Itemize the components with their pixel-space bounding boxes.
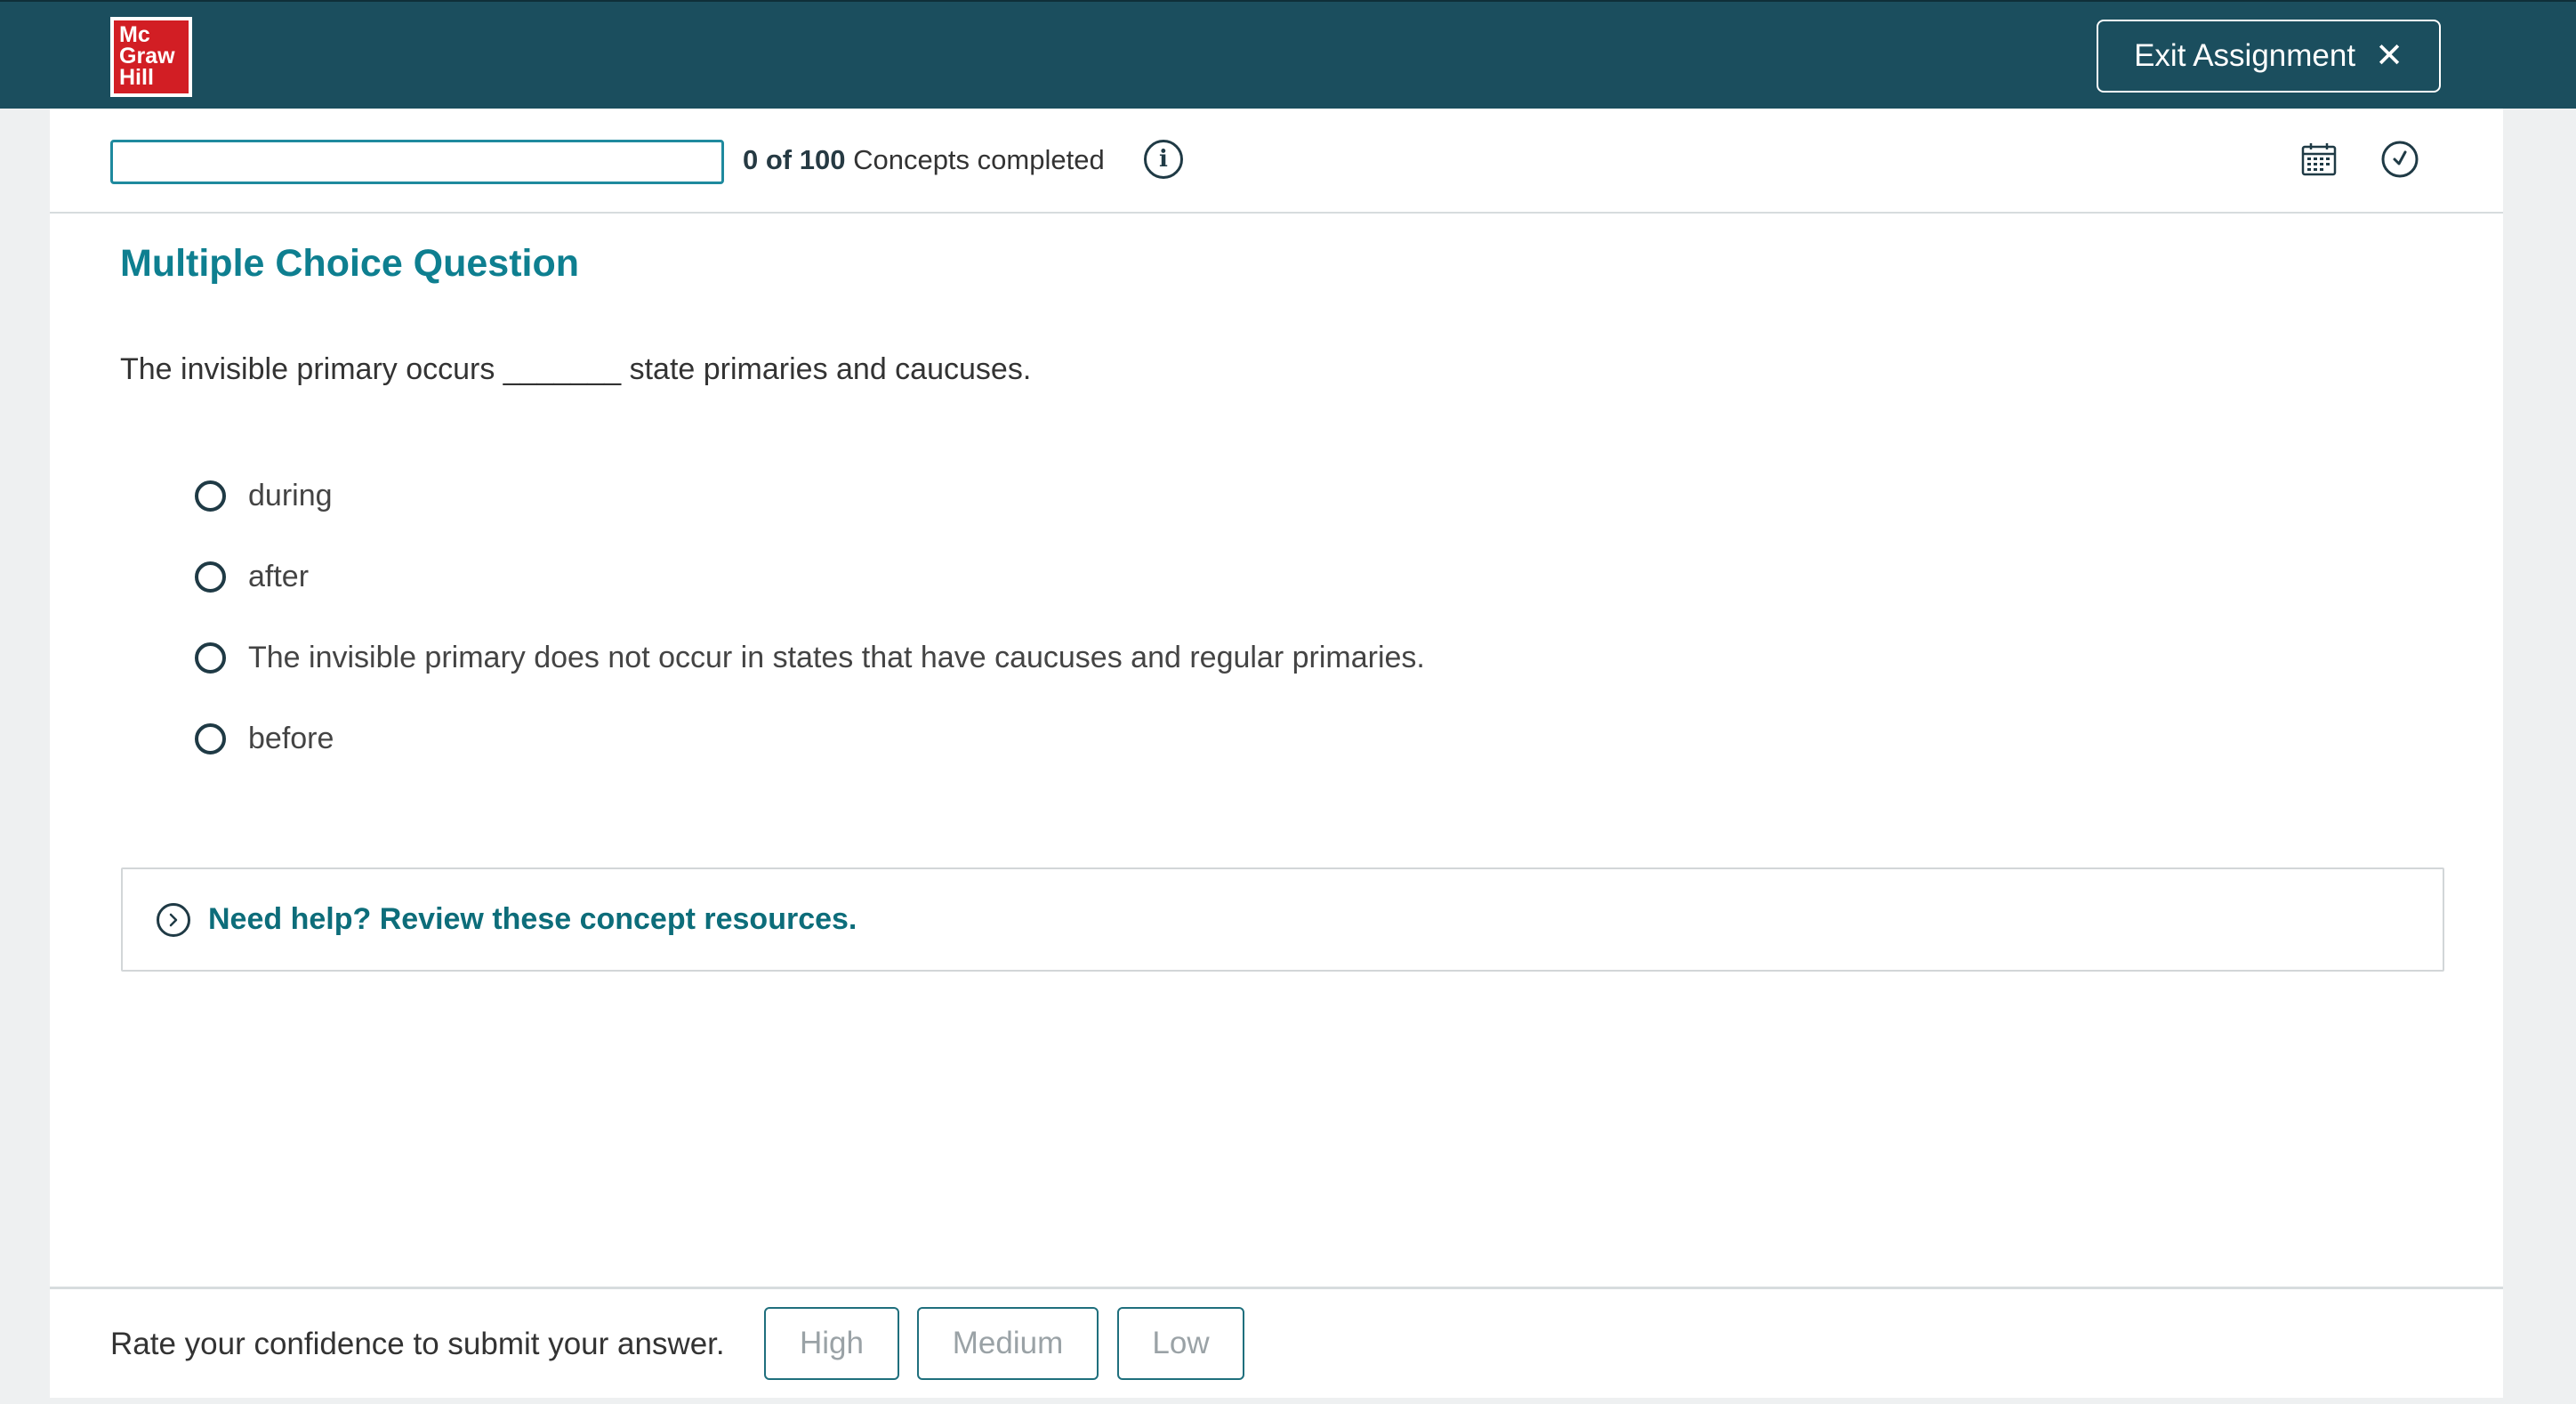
radio-button[interactable] [195, 723, 226, 754]
top-bar: Mc Graw Hill Exit Assignment ✕ [0, 0, 2576, 109]
answer-option-3[interactable]: The invisible primary does not occur in … [195, 617, 1425, 698]
question-text: The invisible primary occurs _______ sta… [120, 352, 1032, 386]
confidence-prompt: Rate your confidence to submit your answ… [110, 1327, 725, 1361]
progress-text: 0 of 100 Concepts completed [743, 144, 1105, 176]
progress-row: 0 of 100 Concepts completed i [50, 109, 2503, 214]
radio-button[interactable] [195, 561, 226, 593]
answer-option-4[interactable]: before [195, 698, 1425, 779]
concept-resources-toggle[interactable]: Need help? Review these concept resource… [121, 867, 2444, 972]
answer-option-label: during [248, 479, 333, 512]
answer-option-label: The invisible primary does not occur in … [248, 641, 1425, 674]
logo-line-1: Mc [119, 22, 150, 47]
info-icon[interactable]: i [1144, 140, 1183, 179]
logo-line-2: Graw [119, 44, 175, 69]
concept-resources-label: Need help? Review these concept resource… [208, 902, 857, 936]
progress-count: 0 of 100 [743, 144, 846, 175]
exit-assignment-button[interactable]: Exit Assignment ✕ [2097, 20, 2441, 93]
logo-line-3: Hill [119, 65, 154, 90]
concepts-progress-bar [110, 140, 724, 184]
chevron-right-icon [157, 902, 190, 937]
mcgraw-hill-logo: Mc Graw Hill [110, 17, 192, 97]
exit-assignment-label: Exit Assignment [2134, 38, 2356, 73]
confidence-low-button[interactable]: Low [1117, 1307, 1244, 1380]
assignment-panel: 0 of 100 Concepts completed i Multiple C… [50, 109, 2503, 1398]
confidence-high-button[interactable]: High [764, 1307, 899, 1380]
clock-icon[interactable] [2380, 140, 2419, 179]
progress-label: Concepts completed [853, 144, 1105, 175]
answer-option-1[interactable]: during [195, 456, 1425, 537]
answer-option-2[interactable]: after [195, 537, 1425, 617]
question-title: Multiple Choice Question [120, 242, 580, 285]
confidence-row: Rate your confidence to submit your answ… [50, 1287, 2503, 1398]
confidence-medium-button[interactable]: Medium [917, 1307, 1099, 1380]
answer-option-label: after [248, 560, 310, 593]
calendar-icon[interactable] [2300, 141, 2338, 178]
answer-options: during after The invisible primary does … [195, 456, 1425, 779]
answer-option-label: before [248, 722, 334, 755]
close-icon: ✕ [2375, 37, 2403, 75]
radio-button[interactable] [195, 642, 226, 674]
radio-button[interactable] [195, 480, 226, 512]
